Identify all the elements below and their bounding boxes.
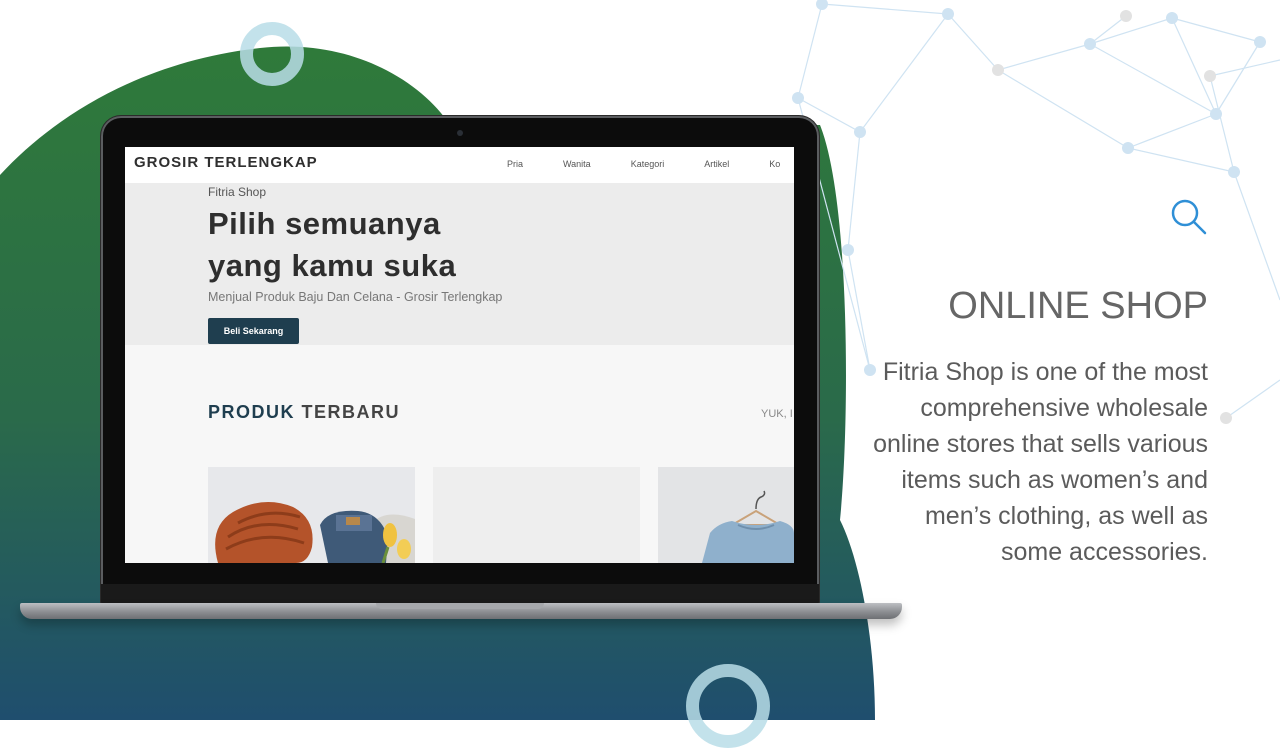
panel-title: ONLINE SHOP — [948, 285, 1208, 327]
section-side-link[interactable]: YUK, I — [761, 408, 793, 420]
product-image — [208, 467, 415, 563]
hero-title-line2: yang kamu suka — [208, 248, 457, 283]
laptop-screen: GROSIR TERLENGKAP Pria Wanita Kategori A… — [125, 147, 794, 563]
nav-item-wanita[interactable]: Wanita — [563, 159, 591, 169]
product-card[interactable] — [208, 467, 415, 563]
product-card[interactable] — [433, 467, 640, 563]
search-icon — [1171, 199, 1207, 235]
site-navbar: GROSIR TERLENGKAP Pria Wanita Kategori A… — [125, 147, 794, 183]
ring-decoration-top — [240, 22, 304, 86]
hero-subtitle: Menjual Produk Baju Dan Celana - Grosir … — [208, 290, 503, 304]
camera-icon — [457, 130, 463, 136]
section-title: PRODUK TERBARU — [208, 402, 400, 423]
nav-item-pria[interactable]: Pria — [507, 159, 523, 169]
site-nav-links: Pria Wanita Kategori Artikel Ko — [507, 159, 794, 169]
nav-item-artikel[interactable]: Artikel — [704, 159, 729, 169]
laptop-notch — [376, 603, 544, 609]
hero-kicker: Fitria Shop — [208, 185, 267, 199]
hero-title-line1: Pilih semuanya — [208, 206, 441, 241]
site-hero: Fitria Shop Pilih semuanya yang kamu suk… — [125, 183, 794, 345]
buy-now-button[interactable]: Beli Sekarang — [208, 318, 299, 344]
site-brand[interactable]: GROSIR TERLENGKAP — [134, 154, 318, 171]
laptop-base — [20, 603, 902, 619]
section-title-part1: PRODUK — [208, 402, 296, 422]
panel-description: Fitria Shop is one of the most comprehen… — [873, 358, 1208, 566]
nav-item-kategori[interactable]: Kategori — [631, 159, 665, 169]
hero-title: Pilih semuanya yang kamu suka — [208, 203, 456, 287]
nav-item-kontak[interactable]: Ko — [769, 159, 780, 169]
ring-decoration-bottom — [686, 664, 770, 748]
section-title-part2: TERBARU — [301, 402, 401, 422]
product-image — [658, 467, 794, 563]
product-card[interactable] — [658, 467, 794, 563]
